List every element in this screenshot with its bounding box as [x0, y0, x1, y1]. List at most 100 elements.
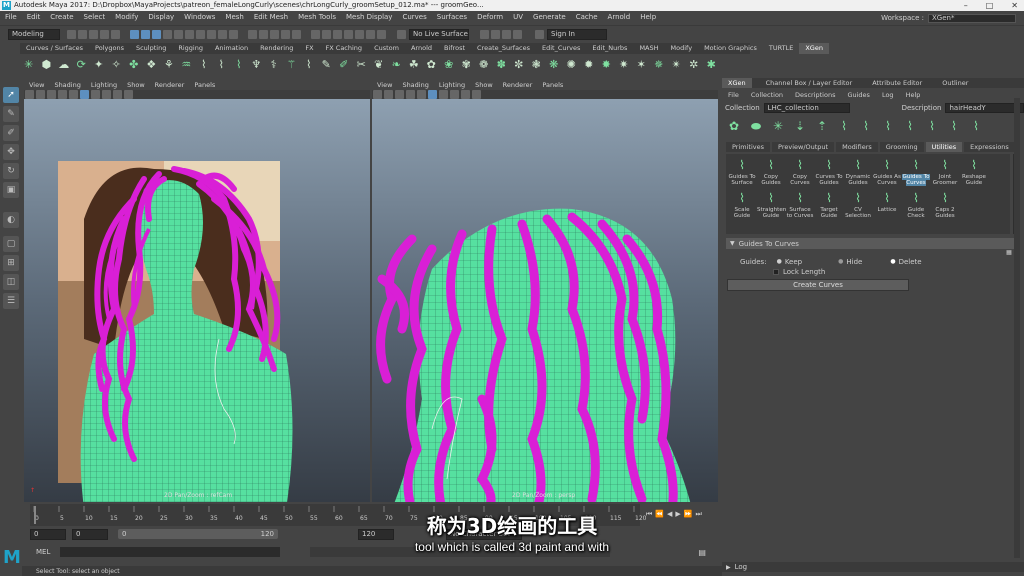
utility-cv-selection[interactable]: ⌇ CV Selection: [844, 191, 872, 219]
camera-icon[interactable]: [25, 90, 34, 99]
xgen-tool-icon[interactable]: ⌇: [924, 119, 940, 133]
panel-scrollbar[interactable]: [1014, 98, 1020, 558]
shelf-tool-icon[interactable]: ✽: [495, 58, 509, 72]
utility-caps-2-guides[interactable]: ⌇ Caps 2 Guides: [931, 191, 959, 219]
shelf-tab-sculpting[interactable]: Sculpting: [130, 43, 172, 54]
close-button[interactable]: ✕: [1011, 1, 1018, 10]
snap-grid-icon[interactable]: [248, 29, 257, 39]
hypershade-icon[interactable]: [366, 29, 375, 39]
menu-generate[interactable]: Generate: [528, 11, 571, 24]
rotate-tool-icon[interactable]: ↻: [3, 163, 19, 179]
wireframe-icon[interactable]: [502, 29, 511, 39]
render-settings-icon[interactable]: [355, 29, 364, 39]
wireframe-on-shaded-icon[interactable]: [80, 90, 89, 99]
shelf-tool-icon[interactable]: ⌇: [232, 58, 246, 72]
shelf-tool-icon[interactable]: ✾: [460, 58, 474, 72]
redo-icon[interactable]: [111, 29, 120, 39]
shelf-tool-icon[interactable]: ✱: [705, 58, 719, 72]
mask-joints-icon[interactable]: [174, 29, 183, 39]
workspace-dropdown[interactable]: XGen*: [928, 13, 1016, 23]
single-view-icon[interactable]: ▢: [3, 236, 19, 252]
panel-tab-xgen[interactable]: XGen: [722, 78, 752, 88]
lock-camera-icon[interactable]: [384, 90, 393, 99]
panel-tab-outliner[interactable]: Outliner: [936, 78, 974, 88]
viewport-left[interactable]: View Shading Lighting Show Renderer Panels: [24, 80, 370, 502]
menu-display[interactable]: Display: [143, 11, 179, 24]
select-tool-icon[interactable]: ➚: [3, 87, 19, 103]
utility-joint-groomer[interactable]: ⌇ Joint Groomer: [931, 158, 959, 186]
two-view-icon[interactable]: ◫: [3, 274, 19, 290]
viewport-right[interactable]: View Shading Lighting Show Renderer Panels: [372, 80, 718, 502]
utility-guide-check[interactable]: ⌇ Guide Check: [902, 191, 930, 219]
scale-tool-icon[interactable]: ▣: [3, 182, 19, 198]
shelf-tab-fx[interactable]: FX: [299, 43, 319, 54]
shelf-tab-fx-caching[interactable]: FX Caching: [320, 43, 369, 54]
save-scene-icon[interactable]: [89, 29, 98, 39]
last-tool-icon[interactable]: ◐: [3, 212, 19, 228]
lights-icon[interactable]: [102, 90, 111, 99]
render-current-icon[interactable]: [333, 29, 342, 39]
bookmark-icon[interactable]: [406, 90, 415, 99]
input-line-icon[interactable]: [491, 29, 500, 39]
mask-surfaces-icon[interactable]: [196, 29, 205, 39]
xgen-menu-help[interactable]: Help: [900, 90, 927, 100]
shelf-tab-polygons[interactable]: Polygons: [89, 43, 130, 54]
shelf-tool-icon[interactable]: ❦: [372, 58, 386, 72]
shelf-tool-icon[interactable]: ♆: [250, 58, 264, 72]
menu-help[interactable]: Help: [635, 11, 661, 24]
shelf-tool-icon[interactable]: ⌇: [302, 58, 316, 72]
shelf-tool-icon[interactable]: ❃: [530, 58, 544, 72]
shelf-tool-icon[interactable]: ✤: [127, 58, 141, 72]
menu-select[interactable]: Select: [79, 11, 111, 24]
create-curves-button[interactable]: Create Curves: [727, 279, 909, 291]
minimize-button[interactable]: –: [964, 1, 968, 10]
shelf-tab-modify[interactable]: Modify: [665, 43, 699, 54]
panel-tab-channel-box-layer-editor[interactable]: Channel Box / Layer Editor: [760, 78, 859, 88]
select-hierarchy-icon[interactable]: [130, 29, 139, 39]
shelf-tab-bifrost[interactable]: Bifrost: [438, 43, 471, 54]
shelf-tool-icon[interactable]: ❖: [145, 58, 159, 72]
shelf-tab-arnold[interactable]: Arnold: [405, 43, 438, 54]
shelf-tool-icon[interactable]: ✵: [652, 58, 666, 72]
shelf-tool-icon[interactable]: ⌇: [197, 58, 211, 72]
viewport-menu-panels[interactable]: Panels: [537, 80, 568, 90]
menu-curves[interactable]: Curves: [397, 11, 431, 24]
symmetry-icon[interactable]: [480, 29, 489, 39]
shelf-tool-icon[interactable]: ❧: [390, 58, 404, 72]
mask-handles-icon[interactable]: [163, 29, 172, 39]
description-dropdown[interactable]: hairHeadY: [945, 103, 1024, 113]
shelf-tab-turtle[interactable]: TURTLE: [763, 43, 799, 54]
lock-camera-icon[interactable]: [36, 90, 45, 99]
shelf-tool-icon[interactable]: ✷: [617, 58, 631, 72]
xgen-tool-icon[interactable]: ⌇: [902, 119, 918, 133]
shelf-tool-icon[interactable]: ✧: [110, 58, 124, 72]
utility-curves-to-guides[interactable]: ⌇ Curves To Guides: [815, 158, 843, 186]
utility-reshape-guide[interactable]: ⌇ Reshape Guide: [960, 158, 988, 186]
shelf-tab-xgen[interactable]: XGen: [799, 43, 829, 54]
xgen-menu-descriptions[interactable]: Descriptions: [789, 90, 841, 100]
isolate-icon[interactable]: [124, 90, 133, 99]
bookmark-icon[interactable]: [58, 90, 67, 99]
xgen-tool-icon[interactable]: ✿: [726, 119, 742, 133]
shelf-tab-edit-nurbs[interactable]: Edit_Nurbs: [586, 43, 633, 54]
isolate-icon[interactable]: [472, 90, 481, 99]
shelf-tool-icon[interactable]: ⚕: [267, 58, 281, 72]
xgen-tool-icon[interactable]: ⌇: [968, 119, 984, 133]
xgen-subtab-expressions[interactable]: Expressions: [964, 142, 1015, 152]
viewport-menu-lighting[interactable]: Lighting: [434, 80, 470, 90]
menu-mesh[interactable]: Mesh: [220, 11, 248, 24]
utility-copy-guides[interactable]: ⌇ Copy Guides: [757, 158, 785, 186]
utility-dynamic-guides[interactable]: ⌇ Dynamic Guides: [844, 158, 872, 186]
viewport-menu-shading[interactable]: Shading: [49, 80, 85, 90]
utility-guides-as-curves[interactable]: ⌇ Guides As Curves: [873, 158, 901, 186]
snap-curve-icon[interactable]: [259, 29, 268, 39]
snap-view-plane-icon[interactable]: [281, 29, 290, 39]
menu-modify[interactable]: Modify: [110, 11, 143, 24]
shading-icon[interactable]: [513, 29, 522, 39]
ipr-render-icon[interactable]: [344, 29, 353, 39]
history-icon[interactable]: [311, 29, 320, 39]
mask-dynamics-icon[interactable]: [218, 29, 227, 39]
delete-radio[interactable]: ●: [890, 258, 895, 265]
utility-guides-to-curves[interactable]: ⌇ Guides To Curves: [902, 158, 930, 186]
open-scene-icon[interactable]: [78, 29, 87, 39]
